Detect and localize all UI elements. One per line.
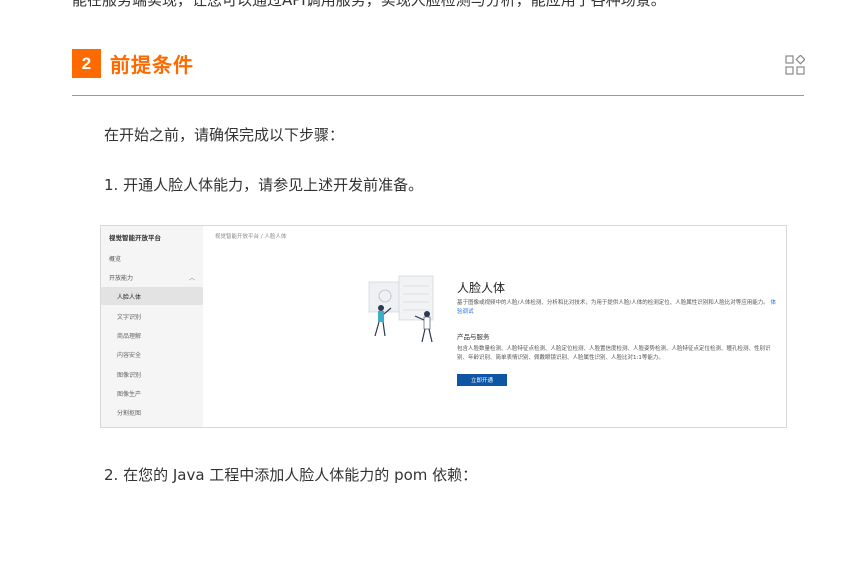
sidebar-item-goods[interactable]: 商品理解 <box>117 331 141 340</box>
section-title: 前提条件 <box>110 53 194 77</box>
sidebar-item-content-safety[interactable]: 内容安全 <box>117 350 141 359</box>
section-heading: 2 前提条件 <box>72 49 194 78</box>
sidebar-item-open-capability[interactable]: 开放能力 <box>109 273 133 282</box>
sidebar-item-image-recog[interactable]: 图像识别 <box>117 370 141 379</box>
sidebar-item-overview[interactable]: 概览 <box>109 254 121 263</box>
step-1-text: 1. 开通人脸人体能力，请参见上述开发前准备。 <box>104 176 424 194</box>
top-paragraph-cut: 能在服务端实现，让您可以通过API调用服务，实现人脸检测与分析，能应用于各种场景… <box>72 0 666 9</box>
grid-icon[interactable] <box>785 55 805 75</box>
card-description: 基于图像或视频中的人脸/人体检测、分析和比对技术，为用于提供人脸/人体的检测定位… <box>457 299 777 317</box>
intro-text: 在开始之前，请确保完成以下步骤： <box>104 126 345 144</box>
sidebar-title: 视觉智能开放平台 <box>109 234 161 242</box>
activate-now-button[interactable]: 立即开通 <box>457 374 507 386</box>
sidebar-item-ocr[interactable]: 文字识别 <box>117 312 141 321</box>
chevron-up-icon[interactable]: ︿ <box>189 273 195 282</box>
products-text: 包含人脸数量检测、人脸特征点检测、人脸定位检测、人脸置信度检测、人脸姿势检测、人… <box>457 346 771 361</box>
breadcrumb: 视觉智能开放平台 / 人脸人体 <box>215 234 287 240</box>
sidebar-item-face-body[interactable]: 人脸人体 <box>117 292 141 301</box>
products-heading: 产品与服务 <box>457 333 490 341</box>
sidebar-item-image-gen[interactable]: 图像生产 <box>117 389 141 398</box>
sidebar-item-segmentation[interactable]: 分割抠图 <box>117 408 141 417</box>
section-number: 2 <box>72 49 101 78</box>
console-screenshot: 视觉智能开放平台 概览 开放能力 ︿ 人脸人体 文字识别 商品理解 内容安全 图… <box>100 225 787 428</box>
card-description-text: 基于图像或视频中的人脸/人体检测、分析和比对技术，为用于提供人脸/人体的检测定位… <box>457 300 769 306</box>
step-2-text: 2. 在您的 Java 工程中添加人脸人体能力的 pom 依赖： <box>104 466 478 484</box>
people-analysis-illustration <box>368 275 434 343</box>
card-title: 人脸人体 <box>457 281 506 295</box>
section-divider <box>72 95 804 96</box>
